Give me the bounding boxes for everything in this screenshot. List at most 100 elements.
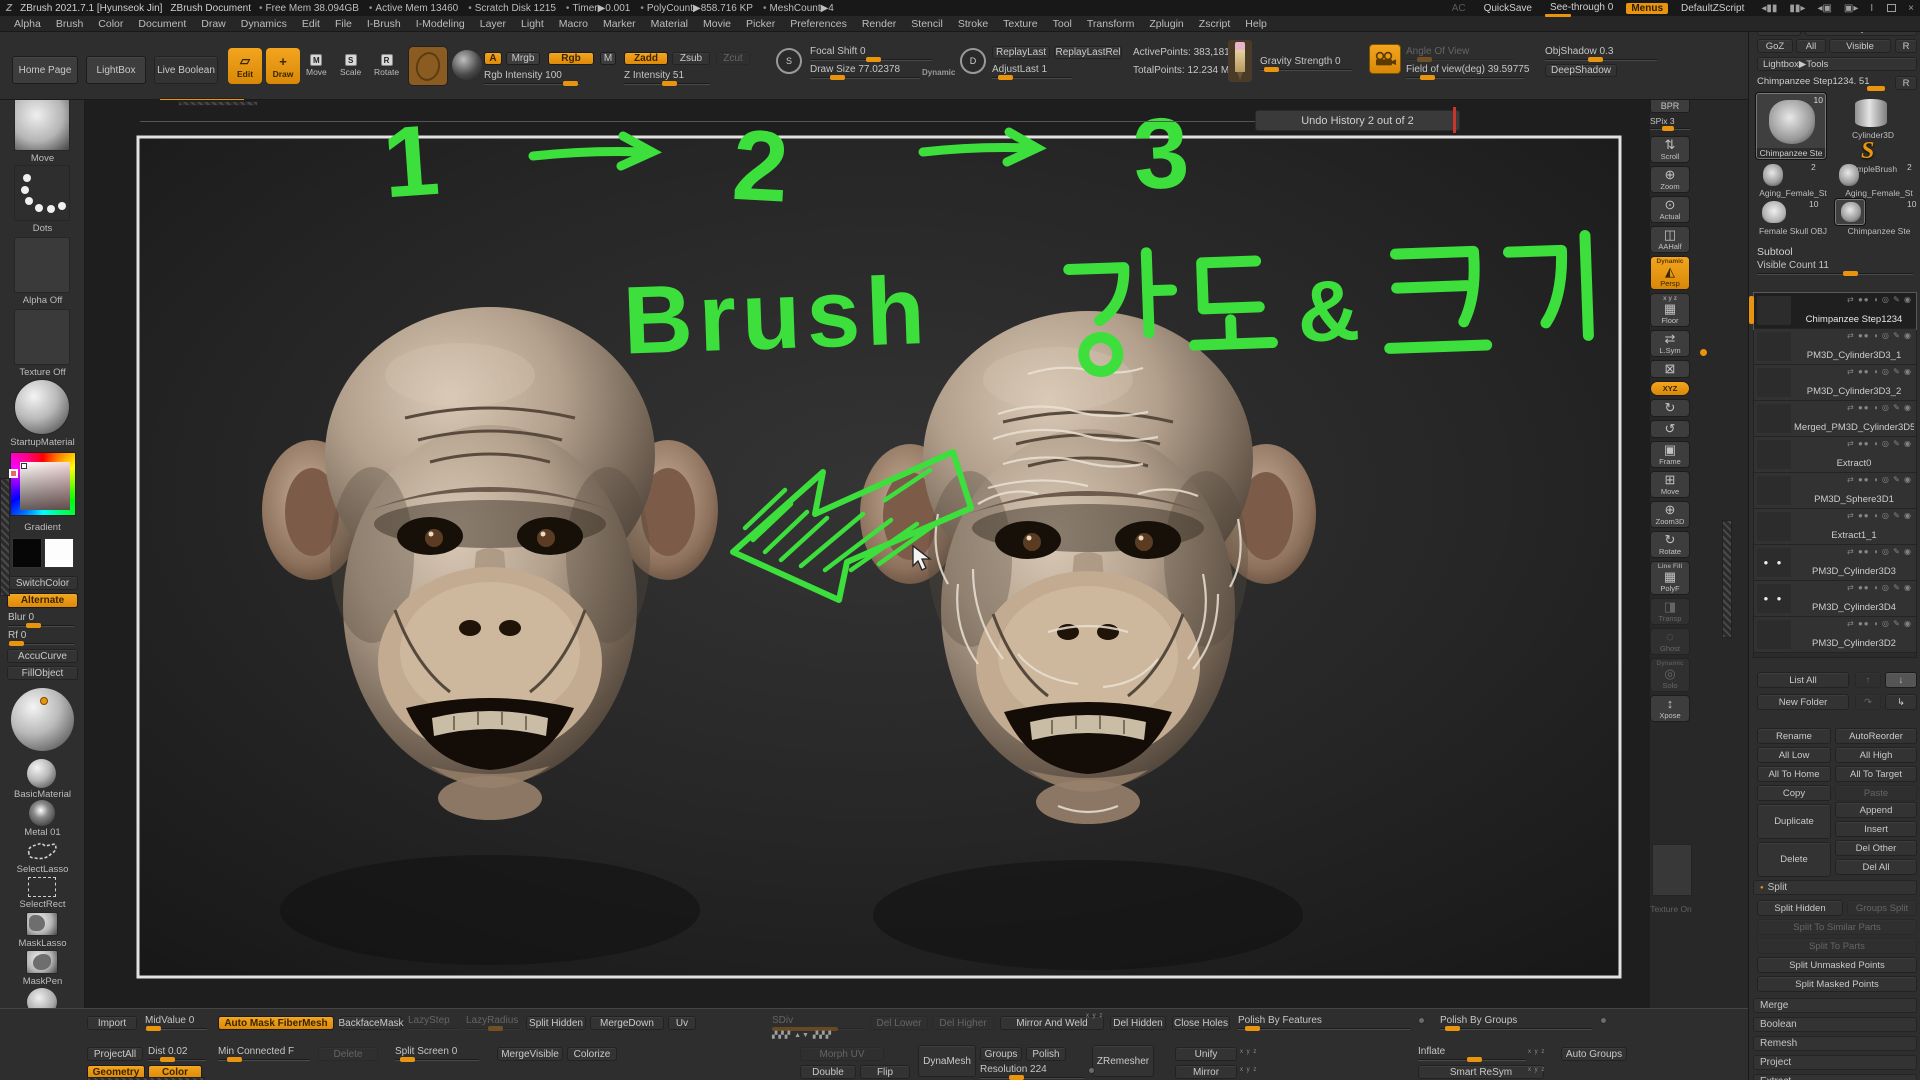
field-of-view-slider[interactable]: Field of view(deg) 39.59775: [1406, 64, 1524, 79]
gravity-strength-slider[interactable]: Gravity Strength 0: [1260, 56, 1352, 71]
subtool-visibility-icons[interactable]: ⇄ ●● ◑ ◎ ✎ ◉: [1847, 475, 1912, 484]
lsym-icon[interactable]: ⇄ L.Sym: [1650, 330, 1690, 357]
prev-doc-icon[interactable]: ◂▮▮: [1761, 3, 1777, 14]
z-intensity-slider[interactable]: Z Intensity 51: [624, 70, 710, 85]
fill-object-button[interactable]: FillObject: [7, 666, 78, 680]
polish-groups-mode-dot[interactable]: [1600, 1017, 1607, 1024]
lightbox-button[interactable]: LightBox: [86, 56, 146, 84]
split-hidden-button[interactable]: Split Hidden: [1757, 900, 1843, 916]
tool-chimpanzee-thumbnail[interactable]: 10 Chimpanzee Ste: [1756, 93, 1826, 159]
camera-button[interactable]: [1369, 44, 1401, 74]
color-picker[interactable]: [10, 452, 76, 516]
export-visible-button[interactable]: Visible: [1829, 39, 1891, 53]
del-higher-button[interactable]: Del Higher: [932, 1016, 994, 1030]
close-holes-button[interactable]: Close Holes: [1172, 1016, 1230, 1030]
polish-by-features-slider[interactable]: Polish By Features: [1238, 1015, 1410, 1030]
dynamic-label[interactable]: Dynamic: [922, 68, 955, 77]
select-rect-icon[interactable]: [28, 877, 56, 897]
menu-item[interactable]: Picker: [746, 18, 775, 30]
menu-item[interactable]: I-Modeling: [416, 18, 465, 30]
groups-split-button[interactable]: Groups Split: [1847, 900, 1917, 916]
list-all-button[interactable]: List All: [1757, 672, 1849, 688]
backface-mask-button[interactable]: BackfaceMask: [340, 1016, 402, 1030]
resolution-mode-dot[interactable]: [1088, 1067, 1095, 1074]
edit-button[interactable]: ▱ Edit: [228, 48, 262, 84]
scroll-icon[interactable]: ⇅ Scroll: [1650, 136, 1690, 163]
current-brush-move-thumbnail[interactable]: [14, 95, 70, 151]
actual-icon[interactable]: ⊙ Actual: [1650, 196, 1690, 223]
material-sphere-icon[interactable]: [452, 50, 482, 80]
subtool-row[interactable]: ⇄ ●● ◑ ◎ ✎ ◉ Extract1_1: [1754, 509, 1916, 545]
see-through-slider[interactable]: See-through 0: [1545, 2, 1618, 15]
export-all-button[interactable]: All: [1796, 39, 1826, 53]
m-button[interactable]: M: [600, 52, 616, 65]
alpha-thumbnail[interactable]: [14, 237, 70, 293]
del-all-button[interactable]: Del All: [1835, 859, 1917, 875]
delete-shelf-button[interactable]: Delete: [318, 1047, 378, 1061]
rotate-button[interactable]: RRotate: [374, 54, 399, 77]
menu-item[interactable]: Render: [862, 18, 896, 30]
replay-last-button[interactable]: ReplayLast: [992, 46, 1050, 59]
tool-chimpanzee2-thumbnail[interactable]: [1835, 199, 1865, 225]
min-connected-slider[interactable]: Min Connected F: [218, 1046, 310, 1061]
tool-aging-female-1-thumbnail[interactable]: [1759, 162, 1787, 188]
subtool-row[interactable]: ⇄ ●● ◑ ◎ ✎ ◉ Merged_PM3D_Cylinder3D5: [1754, 401, 1916, 437]
spix-slider[interactable]: SPix 3: [1650, 116, 1690, 130]
rf-slider[interactable]: Rf 0: [8, 630, 74, 645]
rgb-button[interactable]: Rgb: [548, 52, 594, 65]
current-brush-thumbnail[interactable]: [408, 46, 448, 86]
blur-slider[interactable]: Blur 0: [8, 612, 74, 627]
zoom3d-icon[interactable]: ⊕ Zoom3D: [1650, 501, 1690, 528]
subtool-row[interactable]: ⇄ ●● ◑ ◎ ✎ ◉ PM3D_Cylinder3D3_2: [1754, 365, 1916, 401]
polish-features-mode-dot[interactable]: [1418, 1017, 1425, 1024]
resolution-slider[interactable]: Resolution 224: [980, 1064, 1084, 1079]
groups-button[interactable]: Groups: [980, 1047, 1022, 1061]
rename-button[interactable]: Rename: [1757, 728, 1831, 744]
subtool-visibility-icons[interactable]: ⇄ ●● ◑ ◎ ✎ ◉: [1847, 511, 1912, 520]
subtool-visibility-icons[interactable]: ⇄ ●● ◑ ◎ ✎ ◉: [1847, 439, 1912, 448]
menu-item[interactable]: Alpha: [14, 18, 41, 30]
menu-item[interactable]: Texture: [1003, 18, 1037, 30]
density-curve-icon[interactable]: D: [960, 48, 986, 74]
transp-icon[interactable]: ◨ Transp: [1650, 598, 1690, 625]
unify-xyz[interactable]: x y z: [1240, 1049, 1257, 1055]
zadd-button[interactable]: Zadd: [624, 52, 668, 65]
stroke-curve-icon[interactable]: S: [776, 48, 802, 74]
autoreorder-button[interactable]: AutoReorder: [1835, 728, 1917, 744]
menu-item[interactable]: Zscript: [1199, 18, 1231, 30]
rgb-intensity-slider[interactable]: Rgb Intensity 100: [484, 70, 580, 85]
split-unmasked-button[interactable]: Split Unmasked Points: [1757, 957, 1917, 973]
inflate-slider[interactable]: Inflate: [1418, 1046, 1526, 1061]
subtool-visibility-icons[interactable]: ⇄ ●● ◑ ◎ ✎ ◉: [1847, 295, 1912, 304]
lightbox-tools-button[interactable]: Lightbox▶Tools: [1757, 57, 1917, 71]
insert-button[interactable]: Insert: [1835, 821, 1917, 837]
mrgb-button[interactable]: Mrgb: [506, 52, 540, 65]
deep-shadow-button[interactable]: DeepShadow: [1545, 64, 1617, 77]
smart-resym-xyz[interactable]: x y z: [1528, 1067, 1545, 1073]
top-shelf-divider[interactable]: [178, 101, 258, 106]
menu-item[interactable]: Light: [521, 18, 544, 30]
xyz-constraint[interactable]: XYZ: [1650, 381, 1690, 396]
new-folder-button[interactable]: New Folder: [1757, 694, 1849, 710]
del-other-button[interactable]: Del Other: [1835, 840, 1917, 856]
main-color-swatch[interactable]: [12, 538, 42, 568]
subtool-visibility-icons[interactable]: ⇄ ●● ◑ ◎ ✎ ◉: [1847, 403, 1912, 412]
menu-item[interactable]: Help: [1245, 18, 1267, 30]
extract-section-header[interactable]: Extract: [1753, 1074, 1917, 1080]
solo-icon[interactable]: Dynamic ◎ Solo: [1650, 658, 1690, 692]
menu-item[interactable]: Layer: [480, 18, 506, 30]
accucurve-button[interactable]: AccuCurve: [7, 649, 78, 663]
basic-material-thumbnail[interactable]: [27, 759, 56, 788]
subtool-row[interactable]: ⇄ ●● ◑ ◎ ✎ ◉ PM3D_Cylinder3D3_1: [1754, 329, 1916, 365]
persp-icon[interactable]: Dynamic ◭ Persp: [1650, 256, 1690, 290]
tool-r-button[interactable]: R: [1895, 76, 1917, 90]
tool-cylinder3d-thumbnail[interactable]: [1841, 97, 1901, 129]
subtool-row[interactable]: ⇄ ●● ◑ ◎ ✎ ◉ PM3D_Cylinder3D3: [1754, 545, 1916, 581]
split-masked-button[interactable]: Split Masked Points: [1757, 976, 1917, 992]
merge-section-header[interactable]: Merge: [1753, 998, 1917, 1013]
menu-item[interactable]: Dynamics: [241, 18, 287, 30]
rotate-z-icon[interactable]: ↺: [1650, 420, 1690, 438]
subtool-row[interactable]: ⇄ ●● ◑ ◎ ✎ ◉ PM3D_Cylinder3D4: [1754, 581, 1916, 617]
subtool-visibility-icons[interactable]: ⇄ ●● ◑ ◎ ✎ ◉: [1847, 367, 1912, 376]
menu-item[interactable]: Document: [138, 18, 186, 30]
